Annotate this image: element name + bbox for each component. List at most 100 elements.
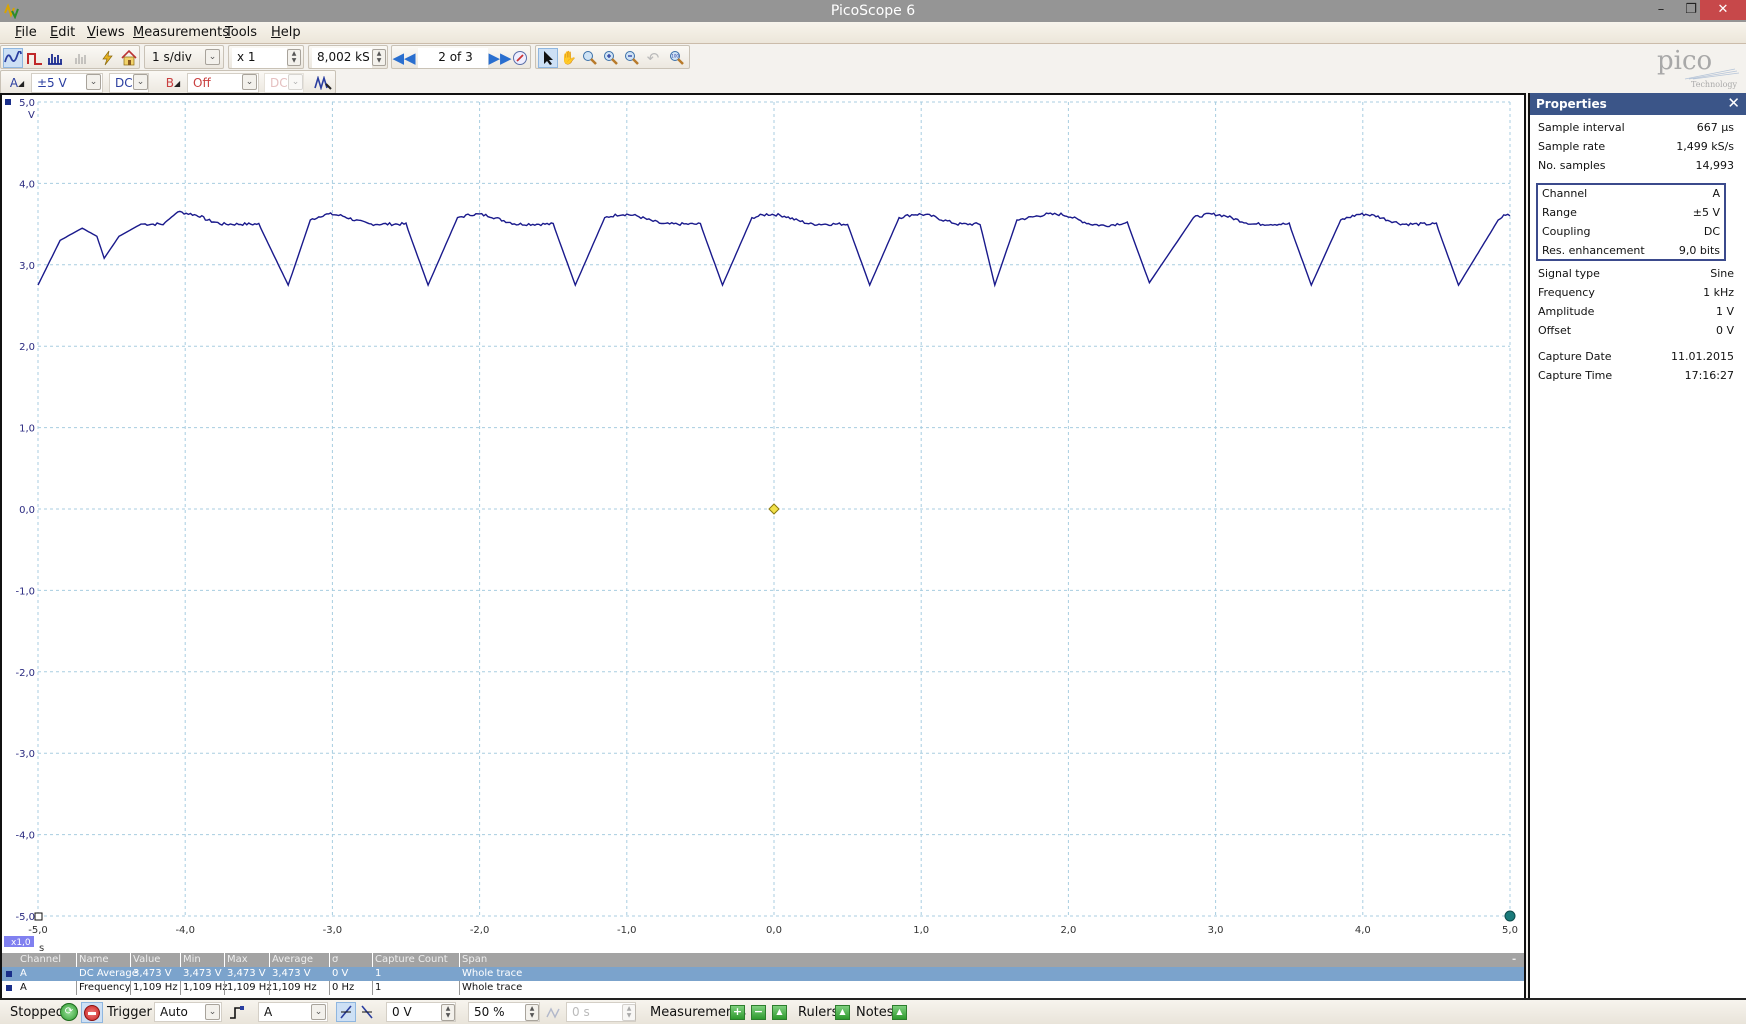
col-channel: Channel bbox=[20, 954, 62, 965]
persistence-mode-icon[interactable] bbox=[25, 48, 45, 68]
zoom-factor-spinner[interactable]: ▲ ▼ bbox=[287, 49, 301, 66]
property-key: Signal type bbox=[1538, 267, 1600, 280]
timebase-group: 1 s/div ⌄ bbox=[144, 45, 224, 69]
serial-decode-icon[interactable] bbox=[71, 48, 91, 68]
zoom-factor-input[interactable]: x 1 bbox=[232, 48, 287, 68]
stop-capture-button[interactable] bbox=[81, 1002, 103, 1023]
zoom-area-icon[interactable] bbox=[580, 48, 600, 68]
scope-mode-icon[interactable] bbox=[3, 48, 23, 68]
property-row: Capture Time 17:16:27 bbox=[1538, 369, 1734, 387]
property-key: Offset bbox=[1538, 324, 1572, 337]
edit-measurement-button[interactable]: ▲ bbox=[772, 1005, 787, 1020]
property-value: 667 µs bbox=[1696, 121, 1734, 134]
measurement-row[interactable]: A Frequency 1,109 Hz 1,109 Hz 1,109 Hz 1… bbox=[2, 981, 1524, 995]
menu-edit[interactable]: Edit bbox=[50, 25, 75, 40]
channel-b-coupling-dropdown-icon[interactable]: ⌄ bbox=[288, 74, 303, 90]
x-tick-label: 4,0 bbox=[1355, 925, 1371, 936]
cell-capture-count: 1 bbox=[375, 968, 382, 979]
falling-edge-icon[interactable] bbox=[357, 1002, 377, 1022]
logo-subtext: Technology bbox=[1691, 80, 1738, 89]
scope-plot[interactable]: 5,0 4,0 3,0 2,0 1,0 0,0 -1,0 -2,0 -3,0 -4,0 -5,0 -… bbox=[2, 95, 1524, 955]
menu-file-label: ile bbox=[21, 25, 37, 40]
menu-measurements[interactable]: Measurements bbox=[133, 25, 229, 40]
samples-spinner[interactable]: ▲ ▼ bbox=[372, 49, 386, 66]
channel-b-range-dropdown-icon[interactable]: ⌄ bbox=[242, 74, 257, 90]
channel-a-range-dropdown-icon[interactable]: ⌄ bbox=[86, 74, 101, 90]
rulers-button[interactable]: ▲ bbox=[835, 1005, 850, 1020]
property-row: Amplitude 1 V bbox=[1538, 305, 1734, 323]
y-tick-label: -3,0 bbox=[15, 749, 35, 760]
math-channels-icon[interactable] bbox=[313, 73, 333, 93]
delete-measurement-button[interactable]: − bbox=[751, 1005, 766, 1020]
buffer-position[interactable]: 2 of 3 bbox=[418, 48, 488, 68]
minimize-button[interactable]: – bbox=[1646, 0, 1676, 20]
cell-average: 1,109 Hz bbox=[272, 982, 317, 993]
trigger-mode-dropdown-icon[interactable]: ⌄ bbox=[205, 1004, 220, 1020]
channel-b-options[interactable]: B ◢ bbox=[161, 73, 185, 93]
x-axis: -5,0 -4,0 -3,0 -2,0 -1,0 0,0 1,0 2,0 3,0 4,0 5,0 bbox=[28, 925, 1518, 936]
notes-button[interactable]: ▲ bbox=[892, 1005, 907, 1020]
property-value: Sine bbox=[1710, 267, 1734, 280]
property-value: 17:16:27 bbox=[1684, 369, 1734, 382]
menu-file[interactable]: File bbox=[15, 25, 37, 40]
threshold-spinner[interactable]: ▲ ▼ bbox=[441, 1004, 455, 1021]
property-row: Capture Date 11.01.2015 bbox=[1538, 350, 1734, 368]
buffer-navigator-icon[interactable] bbox=[510, 48, 530, 68]
zoom-to-fit-icon[interactable]: 100 bbox=[667, 48, 687, 68]
rising-edge-icon[interactable] bbox=[336, 1002, 356, 1022]
menu-views[interactable]: Views bbox=[87, 25, 125, 40]
next-buffer-icon[interactable]: ▶▶ bbox=[488, 48, 511, 68]
y-tick-label: 2,0 bbox=[19, 342, 35, 353]
zoom-in-icon[interactable] bbox=[601, 48, 621, 68]
property-key: Res. enhancement bbox=[1542, 244, 1645, 257]
delay-spinner[interactable]: ▲ ▼ bbox=[622, 1004, 636, 1021]
property-row: Offset 0 V bbox=[1538, 324, 1734, 342]
y-axis: 5,0 4,0 3,0 2,0 1,0 0,0 -1,0 -2,0 -3,0 -4,0 -5,0 bbox=[15, 98, 35, 923]
undo-zoom-icon[interactable]: ↶ bbox=[643, 48, 663, 68]
close-button[interactable]: ✕ bbox=[1700, 0, 1746, 20]
measurements-header: Channel Name Value Min Max Average σ Cap… bbox=[2, 953, 1524, 967]
y-tick-label: 0,0 bbox=[19, 505, 35, 516]
menu-tools[interactable]: Tools bbox=[225, 25, 257, 40]
property-value: 9,0 bits bbox=[1678, 244, 1720, 257]
scope-view[interactable]: 5,0 4,0 3,0 2,0 1,0 0,0 -1,0 -2,0 -3,0 -4,0 -5,0 -… bbox=[0, 93, 1526, 998]
hand-pan-icon[interactable]: ✋ bbox=[559, 48, 579, 68]
zoom-tools-group: ✋ ↶ 100 bbox=[535, 45, 690, 69]
property-value: A bbox=[1712, 187, 1720, 200]
samples-input[interactable]: 8,002 kS bbox=[312, 48, 372, 68]
ruler-handle[interactable] bbox=[1504, 910, 1516, 922]
auto-setup-icon[interactable] bbox=[97, 48, 117, 68]
advanced-trigger-icon[interactable] bbox=[227, 1002, 247, 1022]
axis-origin-marker bbox=[34, 912, 43, 921]
channel-a-coupling-dropdown-icon[interactable]: ⌄ bbox=[133, 74, 148, 90]
menu-measurements-label: easurements bbox=[144, 25, 230, 40]
zoom-out-icon[interactable] bbox=[622, 48, 642, 68]
timebase-dropdown-icon[interactable]: ⌄ bbox=[205, 49, 220, 65]
property-row: Coupling DC bbox=[1542, 225, 1720, 243]
channel-a-axis-marker[interactable] bbox=[5, 99, 11, 105]
spectrum-mode-icon[interactable] bbox=[45, 48, 65, 68]
menu-bar: File Edit Views Measurements Tools Help bbox=[0, 22, 1746, 44]
stop-icon bbox=[84, 1005, 100, 1021]
channel-a-options[interactable]: A ◢ bbox=[5, 73, 29, 93]
trigger-diamond bbox=[768, 503, 780, 515]
menu-help[interactable]: Help bbox=[271, 25, 301, 40]
y-unit-label: V bbox=[28, 110, 35, 121]
pre-trigger-spinner[interactable]: ▲ ▼ bbox=[525, 1004, 539, 1021]
collapse-measurements-button[interactable]: - bbox=[1512, 954, 1516, 965]
post-trigger-delay-icon[interactable] bbox=[544, 1002, 564, 1022]
home-icon[interactable] bbox=[119, 48, 139, 68]
select-pointer-icon[interactable] bbox=[538, 48, 558, 68]
trigger-source-dropdown-icon[interactable]: ⌄ bbox=[311, 1004, 326, 1020]
trigger-marker-icon[interactable] bbox=[768, 503, 780, 515]
property-row: No. samples 14,993 bbox=[1538, 159, 1734, 177]
close-properties-button[interactable]: ✕ bbox=[1727, 94, 1740, 112]
property-row: Res. enhancement 9,0 bits bbox=[1542, 244, 1720, 262]
start-capture-button[interactable]: ⟳ bbox=[60, 1003, 78, 1021]
previous-buffer-icon[interactable]: ◀◀ bbox=[392, 48, 415, 68]
main-toolbar: 1 s/div ⌄ x 1 ▲ ▼ 8,002 kS ▲ ▼ ◀◀ 2 of 3 ▶… bbox=[0, 45, 1746, 69]
measurement-row[interactable]: A DC Average 3,473 V 3,473 V 3,473 V 3,4… bbox=[2, 967, 1524, 981]
cell-sigma: 0 V bbox=[332, 968, 349, 979]
add-measurement-button[interactable]: + bbox=[730, 1005, 745, 1020]
property-row: Channel A bbox=[1542, 187, 1720, 205]
